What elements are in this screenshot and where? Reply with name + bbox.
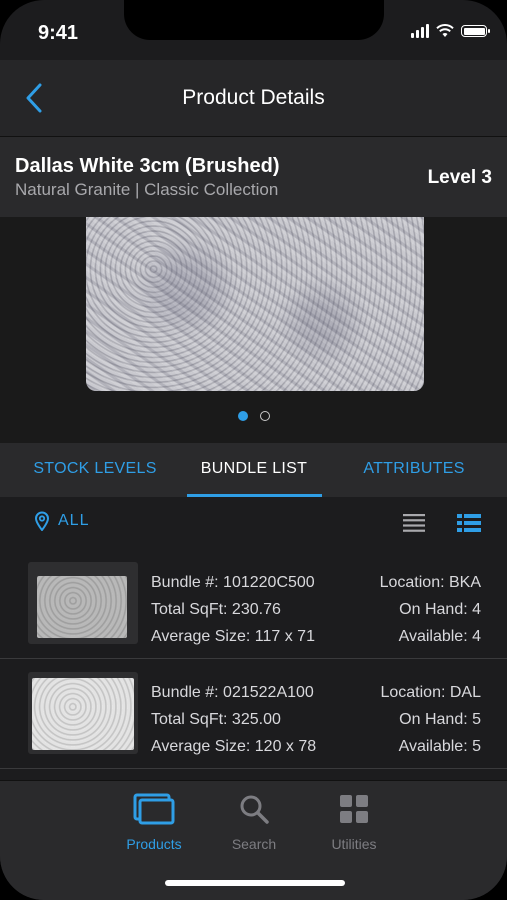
- product-image-gallery[interactable]: [0, 217, 507, 443]
- bundle-thumbnail: [28, 562, 138, 644]
- list-icon: [403, 514, 425, 532]
- page-indicator[interactable]: [0, 411, 507, 421]
- tab-utilities-label: Utilities: [331, 836, 377, 852]
- bundle-on-hand: On Hand: 5: [399, 711, 481, 728]
- signal-icon: [411, 24, 429, 38]
- product-header: Dallas White 3cm (Brushed) Natural Grani…: [0, 137, 507, 217]
- tab-stock-levels[interactable]: STOCK LEVELS: [14, 460, 176, 478]
- bundle-total-sqft: Total SqFt: 325.00: [151, 711, 281, 728]
- detail-view-button[interactable]: [457, 513, 481, 538]
- search-icon: [240, 795, 269, 824]
- tab-products[interactable]: Products: [104, 793, 204, 852]
- bundle-average-size: Average Size: 120 x 78: [151, 738, 317, 755]
- list-view-button[interactable]: [402, 513, 426, 538]
- notch: [124, 0, 384, 40]
- filter-bar: ALL: [0, 497, 507, 549]
- battery-icon: [461, 25, 490, 37]
- bundle-location: Location: BKA: [379, 574, 481, 591]
- tab-bundle-list[interactable]: BUNDLE LIST: [186, 460, 322, 478]
- detail-list-icon: [457, 514, 481, 532]
- bundle-meta-left: Bundle #: 021522A100 Total SqFt: 325.00 …: [151, 679, 316, 760]
- navigation-bar: Product Details: [0, 60, 507, 137]
- home-indicator: [165, 880, 345, 886]
- bundle-thumbnail: [28, 672, 138, 754]
- status-time: 9:41: [38, 22, 79, 44]
- tab-products-label: Products: [126, 836, 182, 852]
- bundle-average-size: Average Size: 117 x 71: [151, 628, 315, 645]
- bundle-number: Bundle #: 101220C500: [151, 574, 315, 591]
- bundle-total-sqft: Total SqFt: 230.76: [151, 601, 281, 618]
- products-icon: [133, 793, 175, 825]
- bundle-number: Bundle #: 021522A100: [151, 684, 314, 701]
- page-title: Product Details: [182, 86, 325, 109]
- page-dot-1[interactable]: [237, 411, 248, 421]
- bundle-meta-right: Location: DAL On Hand: 5 Available: 5: [380, 679, 481, 760]
- product-subtitle: Natural Granite | Classic Collection: [15, 180, 279, 199]
- bundle-location: Location: DAL: [380, 684, 481, 701]
- bundle-meta-left: Bundle #: 101220C500 Total SqFt: 230.76 …: [151, 569, 315, 650]
- wifi-icon: [436, 24, 454, 37]
- location-filter-label: ALL: [58, 512, 90, 529]
- bundle-row[interactable]: Bundle #: 021522A100 Total SqFt: 325.00 …: [0, 659, 507, 769]
- status-icons: [411, 24, 490, 38]
- location-filter-button[interactable]: ALL: [34, 511, 89, 531]
- bundle-available: Available: 5: [398, 738, 481, 755]
- segment-tabs: STOCK LEVELS BUNDLE LIST ATTRIBUTES: [0, 443, 507, 497]
- tab-attributes[interactable]: ATTRIBUTES: [336, 460, 492, 478]
- bundle-list: Bundle #: 101220C500 Total SqFt: 230.76 …: [0, 549, 507, 769]
- tab-utilities[interactable]: Utilities: [304, 793, 404, 852]
- bundle-meta-right: Location: BKA On Hand: 4 Available: 4: [380, 569, 481, 650]
- phone-screen: 9:41 Product Details Dallas White 3cm (B…: [0, 0, 507, 900]
- map-pin-icon: [34, 511, 50, 531]
- tab-search[interactable]: Search: [204, 793, 304, 852]
- product-name: Dallas White 3cm (Brushed): [15, 155, 280, 177]
- grid-icon: [340, 795, 368, 823]
- bundle-on-hand: On Hand: 4: [399, 601, 481, 618]
- bundle-row[interactable]: Bundle #: 101220C500 Total SqFt: 230.76 …: [0, 549, 507, 659]
- product-level: Level 3: [427, 167, 492, 188]
- page-dot-2[interactable]: [259, 411, 270, 421]
- tab-search-label: Search: [231, 836, 277, 852]
- bundle-available: Available: 4: [398, 628, 481, 645]
- product-slab-image: [86, 217, 424, 391]
